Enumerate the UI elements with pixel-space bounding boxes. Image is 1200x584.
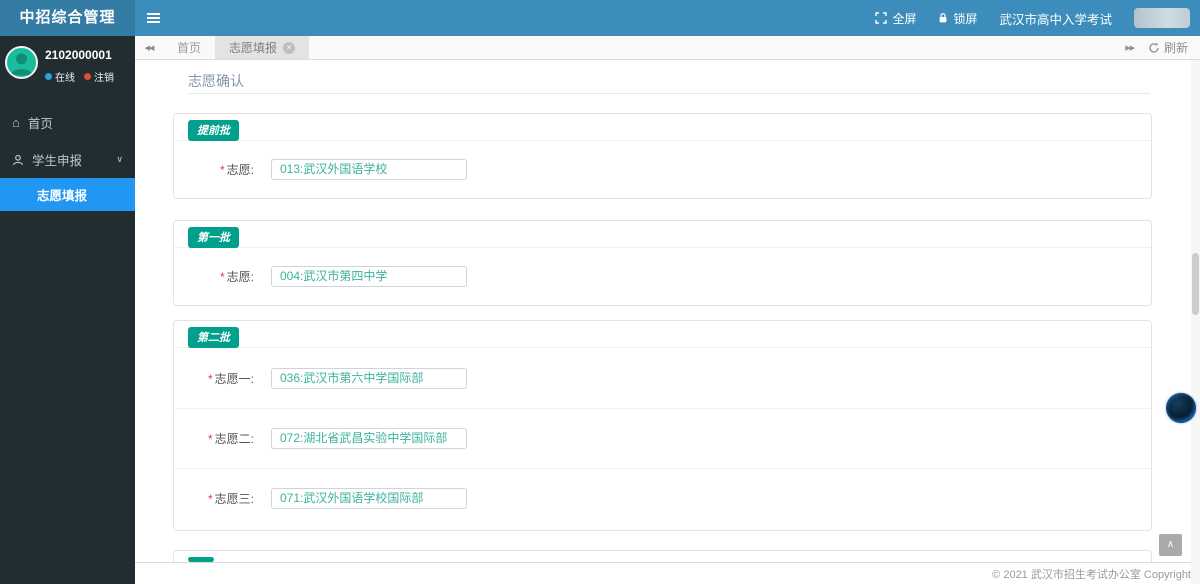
logout-dot-icon (84, 73, 91, 80)
batch-card-advance: 提前批 * 志愿: 013:武汉外国语学校 (173, 113, 1152, 199)
page-footer: © 2021 武汉市招生考试办公室 Copyright (135, 562, 1200, 584)
volunteer-input[interactable]: 071:武汉外国语学校国际部 (271, 488, 467, 509)
tab-home-label: 首页 (177, 41, 202, 55)
required-mark: * (219, 269, 225, 284)
tab-bar: ◀◀ 首页 志愿填报 × ▶▶ 刷新 (135, 36, 1200, 60)
lockscreen-button[interactable]: 锁屏 (938, 10, 977, 27)
user-id: 2102000001 (45, 48, 112, 62)
refresh-label: 刷新 (1163, 41, 1188, 55)
home-icon: ⌂ (12, 115, 20, 130)
person-icon (10, 53, 33, 76)
floating-widget-ball[interactable] (1166, 393, 1196, 423)
copyright-text: © 2021 武汉市招生考试办公室 Copyright (992, 568, 1191, 581)
required-mark: * (207, 492, 213, 506)
card-header: 第一批 (174, 221, 1151, 248)
sidebar-home-label: 首页 (27, 117, 53, 131)
sidebar: 2102000001 在线 注销 ⌂ 首页 学生申报 ∨ 志愿填报 (0, 36, 135, 584)
tab-scroll-left-button[interactable]: ◀◀ (135, 36, 163, 59)
field-label: * 志愿三: (207, 492, 254, 506)
online-dot-icon (45, 73, 52, 80)
volunteer-input[interactable]: 013:武汉外国语学校 (271, 158, 467, 180)
lock-icon (940, 13, 947, 23)
volunteer-input[interactable]: 036:武汉市第六中学国际部 (271, 367, 467, 389)
user-status-row: 在线 注销 (45, 69, 114, 84)
hamburger-icon (147, 13, 160, 15)
up-arrow-icon: ∧ (1166, 539, 1175, 550)
sidebar-toggle-button[interactable] (135, 0, 171, 36)
form-row: * 志愿二: 072:湖北省武昌实验中学国际部 (174, 408, 1151, 468)
user-icon (12, 154, 24, 165)
exam-title: 武汉市高中入学考试 (999, 12, 1112, 27)
field-label: * 志愿: (219, 269, 254, 284)
fullscreen-icon (875, 12, 888, 24)
tab-back-icon: ◀◀ (144, 44, 155, 52)
app-logo: 中招综合管理 (0, 0, 135, 36)
required-mark: * (207, 371, 213, 386)
batch-card-first: 第一批 * 志愿: 004:武汉市第四中学 (173, 220, 1152, 306)
user-name-blurred[interactable] (1134, 8, 1190, 28)
tab-volunteer-active[interactable]: 志愿填报 × (215, 36, 310, 59)
online-label: 在线 (55, 73, 75, 84)
logout-link[interactable]: 注销 (84, 69, 114, 84)
app-window: 中招综合管理 全屏 锁屏 武汉市高中入学考试 2102000001 在线 注销 … (0, 0, 1200, 584)
scrollbar-thumb[interactable] (1192, 253, 1199, 315)
logout-label: 注销 (94, 73, 114, 84)
title-divider (188, 93, 1150, 94)
field-label: * 志愿一: (207, 371, 254, 386)
card-header: 第二批 (174, 321, 1151, 348)
fullscreen-button[interactable]: 全屏 (875, 10, 916, 27)
form-row: * 志愿: 013:武汉外国语学校 (174, 141, 1151, 197)
top-navbar: 中招综合管理 全屏 锁屏 武汉市高中入学考试 (0, 0, 1200, 36)
form-row: * 志愿: 004:武汉市第四中学 (174, 248, 1151, 304)
chevron-down-icon: ∨ (116, 154, 123, 164)
scrollbar-track[interactable] (1191, 60, 1200, 584)
close-tab-icon[interactable]: × (283, 41, 296, 54)
page-title: 志愿确认 (188, 73, 244, 89)
batch-badge: 第一批 (188, 227, 239, 248)
sidebar-item-student-menu[interactable]: 学生申报 ∨ (0, 141, 135, 178)
tab-forward-icon[interactable]: ▶▶ (1125, 44, 1135, 52)
volunteer-input[interactable]: 072:湖北省武昌实验中学国际部 (271, 428, 467, 449)
field-label: * 志愿二: (207, 432, 254, 446)
user-info: 2102000001 在线 注销 (45, 46, 114, 84)
required-mark: * (219, 162, 225, 177)
required-mark: * (207, 432, 213, 446)
form-row: * 志愿一: 036:武汉市第六中学国际部 (174, 348, 1151, 408)
refresh-icon (1149, 42, 1159, 53)
avatar (5, 46, 38, 79)
batch-badge: 提前批 (188, 120, 239, 141)
field-label: * 志愿: (219, 162, 254, 177)
batch-card-second: 第二批 * 志愿一: 036:武汉市第六中学国际部 * 志愿二: 072:湖北省武昌… (173, 320, 1152, 531)
sidebar-item-volunteer-active[interactable]: 志愿填报 (0, 178, 135, 211)
tab-home[interactable]: 首页 (163, 36, 215, 59)
lockscreen-label: 锁屏 (953, 11, 978, 26)
back-to-top-button[interactable]: ∧ (1159, 534, 1182, 556)
status-online: 在线 (45, 69, 75, 84)
volunteer-input[interactable]: 004:武汉市第四中学 (271, 265, 467, 287)
user-panel: 2102000001 在线 注销 (0, 36, 135, 94)
card-header: 提前批 (174, 114, 1151, 141)
form-row: * 志愿三: 071:武汉外国语学校国际部 (174, 468, 1151, 528)
fullscreen-label: 全屏 (892, 11, 917, 26)
refresh-button[interactable]: 刷新 (1148, 39, 1188, 56)
navbar-right: 全屏 锁屏 武汉市高中入学考试 (875, 0, 1190, 36)
tab-bar-right: ▶▶ 刷新 (1125, 36, 1200, 59)
tab-volunteer-label: 志愿填报 (229, 41, 278, 55)
sidebar-item-home[interactable]: ⌂ 首页 (0, 104, 135, 141)
batch-badge: 第二批 (188, 327, 239, 348)
sidebar-student-label: 学生申报 (32, 154, 83, 168)
